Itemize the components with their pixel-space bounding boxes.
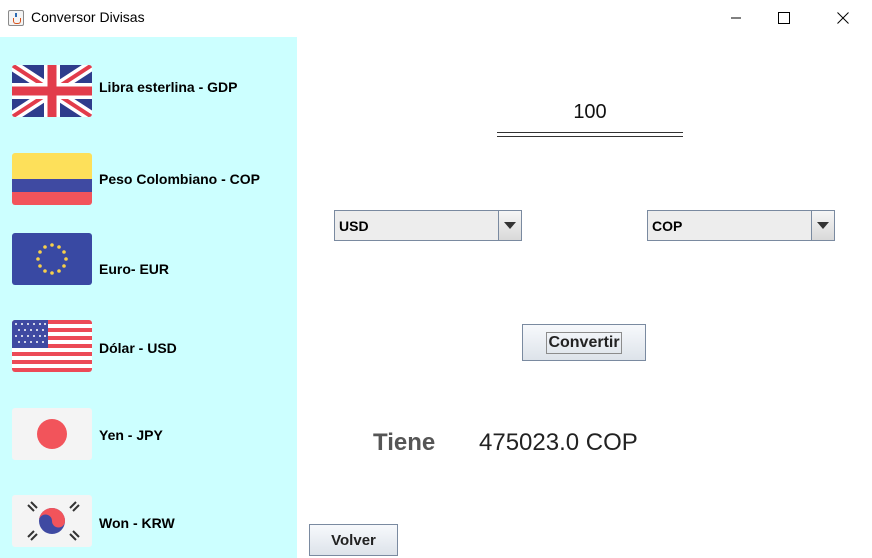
minimize-button[interactable] — [713, 0, 759, 36]
chevron-down-icon — [817, 222, 829, 229]
from-currency-value: USD — [339, 218, 369, 234]
korea-flag-icon — [12, 495, 92, 547]
maximize-icon — [778, 12, 790, 24]
from-currency-dropdown-button[interactable] — [498, 211, 521, 240]
close-button[interactable] — [820, 0, 866, 36]
chevron-down-icon — [504, 222, 516, 229]
uk-flag-icon — [12, 65, 92, 117]
to-currency-value: COP — [652, 218, 683, 234]
sidebar-item-cop: Peso Colombiano - COP — [99, 171, 261, 187]
title-bar: Conversor Divisas — [0, 0, 872, 36]
java-app-icon — [8, 10, 24, 26]
result-label: Tiene — [373, 429, 436, 456]
convert-button[interactable]: Convertir — [522, 324, 646, 361]
amount-underline — [497, 132, 683, 137]
minimize-icon — [731, 17, 741, 19]
currency-sidebar: Libra esterlina - GDP Peso Colombiano - … — [0, 37, 297, 558]
close-icon — [837, 12, 849, 24]
maximize-button[interactable] — [761, 0, 807, 36]
back-button[interactable]: Volver — [309, 524, 398, 556]
from-currency-select[interactable]: USD — [334, 210, 522, 241]
colombia-flag-icon — [12, 153, 92, 205]
sidebar-item-gbp: Libra esterlina - GDP — [99, 79, 238, 95]
sidebar-item-eur: Euro- EUR — [99, 261, 169, 277]
sidebar-item-jpy: Yen - JPY — [99, 427, 163, 443]
usa-flag-icon — [12, 320, 92, 372]
convert-button-label: Convertir — [546, 331, 622, 354]
result-value: 475023.0 COP — [479, 429, 638, 456]
japan-flag-icon — [12, 408, 92, 460]
to-currency-dropdown-button[interactable] — [811, 211, 834, 240]
window-title: Conversor Divisas — [31, 9, 145, 25]
eu-flag-icon — [12, 233, 92, 285]
sidebar-item-usd: Dólar - USD — [99, 340, 177, 356]
to-currency-select[interactable]: COP — [647, 210, 835, 241]
amount-input[interactable] — [497, 94, 683, 130]
sidebar-item-krw: Won - KRW — [99, 515, 175, 531]
